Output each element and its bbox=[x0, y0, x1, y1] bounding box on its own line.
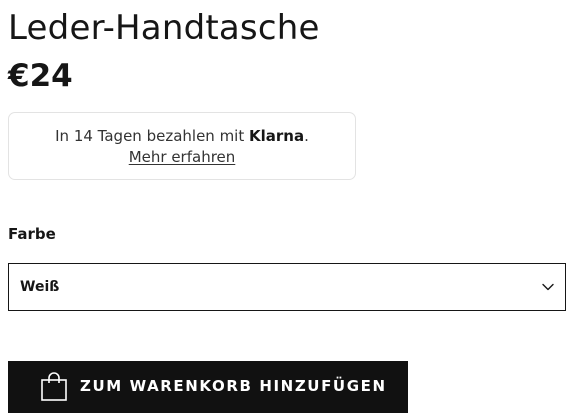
chevron-down-icon bbox=[542, 283, 554, 291]
klarna-learn-more-link[interactable]: Mehr erfahren bbox=[9, 147, 355, 167]
product-price: €24 bbox=[8, 58, 73, 94]
klarna-brand: Klarna bbox=[249, 127, 305, 145]
color-select[interactable]: Weiß bbox=[8, 263, 566, 311]
color-label: Farbe bbox=[8, 225, 56, 243]
klarna-text-after: . bbox=[304, 127, 309, 145]
color-select-value: Weiß bbox=[20, 279, 60, 295]
klarna-info-text: In 14 Tagen bezahlen mit Klarna. bbox=[9, 126, 355, 146]
klarna-text-before: In 14 Tagen bezahlen mit bbox=[55, 127, 249, 145]
product-title: Leder-Handtasche bbox=[8, 8, 320, 48]
shopping-bag-icon bbox=[41, 372, 67, 401]
add-to-cart-button[interactable]: ZUM WARENKORB HINZUFÜGEN bbox=[8, 361, 408, 413]
klarna-info-box: In 14 Tagen bezahlen mit Klarna. Mehr er… bbox=[8, 112, 356, 180]
add-to-cart-label: ZUM WARENKORB HINZUFÜGEN bbox=[80, 377, 387, 395]
